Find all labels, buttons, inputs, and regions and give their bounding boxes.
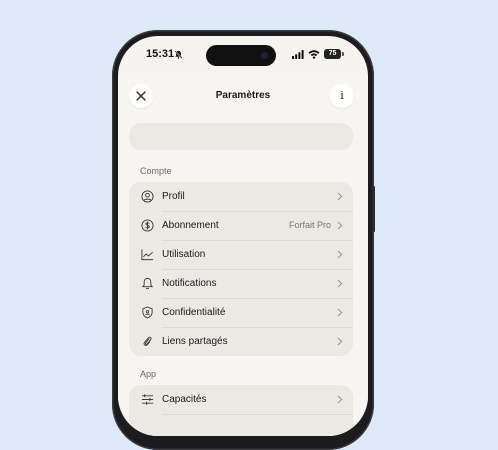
settings-row-profile[interactable]: Profil (129, 182, 353, 211)
account-settings-group: Profil Abonnement Forfait Pro Utilisatio… (129, 182, 353, 356)
settings-row-subscription[interactable]: Abonnement Forfait Pro (129, 211, 353, 240)
chevron-right-icon (337, 221, 343, 230)
chevron-right-icon (337, 250, 343, 259)
settings-row-capabilities[interactable]: Capacités (129, 385, 353, 414)
status-time: 15:31 (146, 48, 175, 60)
phone-screen: 15:31 75 Paramètres i Compte Profil Abon… (118, 36, 368, 436)
settings-row-usage[interactable]: Utilisation (129, 240, 353, 269)
settings-row-label: Notifications (162, 278, 217, 289)
battery-tip (342, 52, 344, 56)
settings-row-shared-links[interactable]: Liens partagés (129, 327, 353, 356)
chart-line-icon (141, 249, 154, 261)
settings-row-partial[interactable] (129, 414, 353, 436)
settings-sheet: Paramètres i Compte Profil Abonnement Fo… (118, 72, 368, 436)
battery-indicator: 75 (324, 49, 341, 59)
link-icon (143, 336, 152, 346)
bell-icon (141, 277, 154, 290)
chevron-right-icon (337, 279, 343, 288)
section-label-account: Compte (140, 166, 172, 176)
cellular-signal-icon (292, 50, 304, 59)
bell-slash-icon (174, 50, 183, 59)
sliders-icon (141, 394, 154, 405)
subscription-plan-value: Forfait Pro (288, 220, 331, 230)
chevron-right-icon (337, 337, 343, 346)
settings-row-label: Profil (162, 191, 185, 202)
app-settings-group: Capacités (129, 385, 353, 436)
info-button[interactable]: i (330, 84, 354, 108)
section-label-app: App (140, 369, 157, 379)
search-input[interactable] (129, 123, 353, 150)
settings-row-label: Liens partagés (162, 336, 228, 347)
chevron-right-icon (337, 308, 343, 317)
info-icon: i (340, 89, 344, 102)
camera-dot (261, 52, 268, 59)
dollar-circle-icon (141, 219, 154, 232)
settings-row-notifications[interactable]: Notifications (129, 269, 353, 298)
dynamic-island (206, 45, 276, 66)
wifi-icon (308, 50, 320, 59)
settings-row-label: Utilisation (162, 249, 206, 260)
user-circle-icon (141, 190, 154, 203)
settings-row-label: Confidentialité (162, 307, 226, 318)
chevron-right-icon (337, 395, 343, 404)
phone-side-button (373, 186, 375, 232)
chevron-right-icon (337, 192, 343, 201)
settings-row-label: Capacités (162, 394, 207, 405)
settings-row-label: Abonnement (162, 220, 219, 231)
settings-row-privacy[interactable]: Confidentialité (129, 298, 353, 327)
shield-icon (142, 306, 153, 319)
